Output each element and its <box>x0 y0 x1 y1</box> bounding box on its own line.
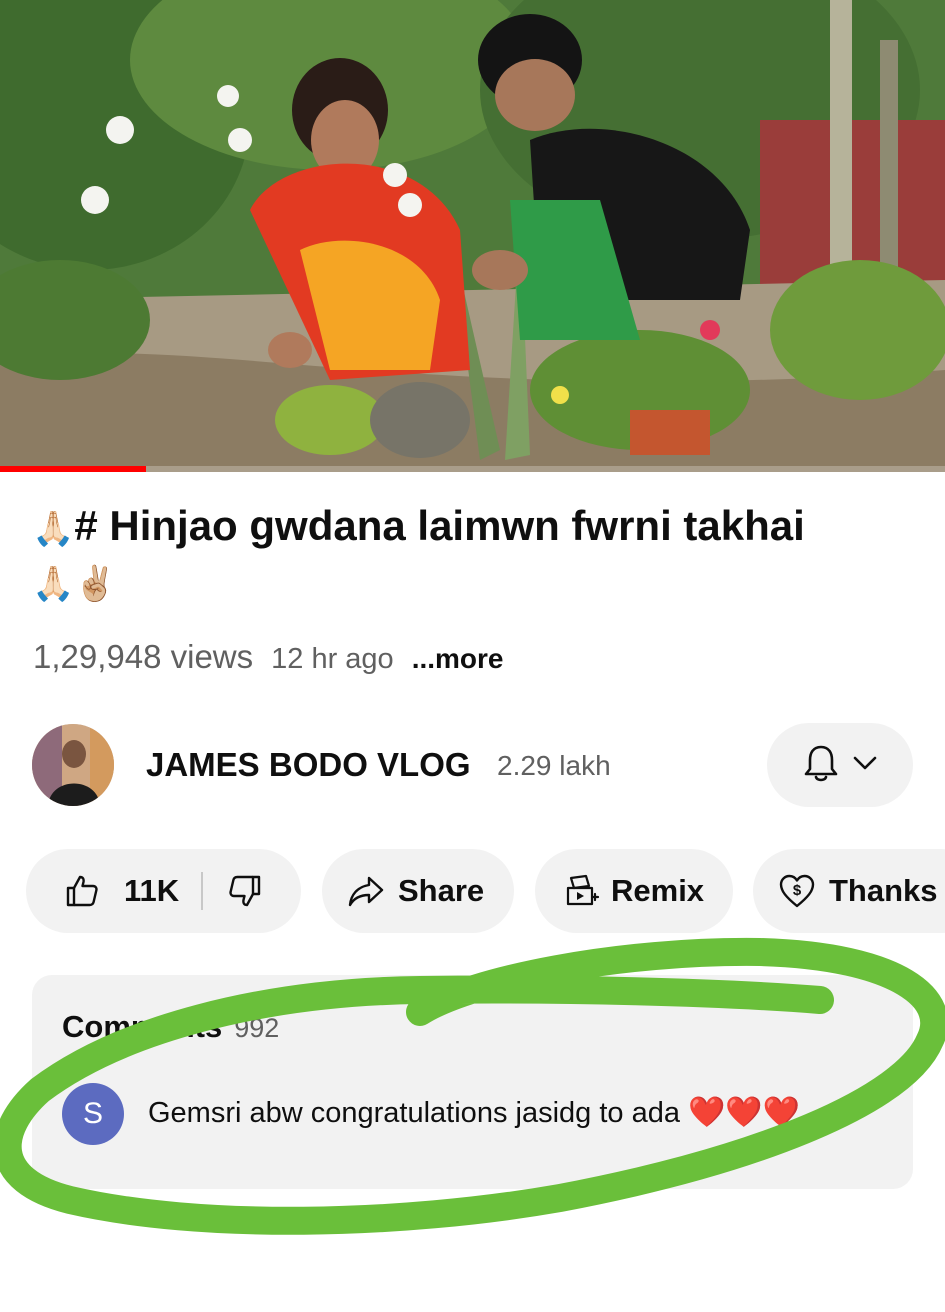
comments-count: 992 <box>234 1013 280 1043</box>
top-comment[interactable]: Gemsri abw congratulations jasidg to ada… <box>148 1095 800 1130</box>
comments-card[interactable]: Comments 992 S Gemsri abw congratulation… <box>32 975 913 1189</box>
subscription-bell-button[interactable] <box>767 723 913 807</box>
prayer-peace-emoji-icon: 🙏🏻✌🏼 <box>32 564 117 604</box>
channel-row[interactable]: JAMES BODO VLOG 2.29 lakh <box>32 722 913 810</box>
comments-label: Comments <box>62 1009 223 1044</box>
share-icon <box>346 871 386 911</box>
share-button[interactable]: Share <box>322 849 514 933</box>
video-player[interactable] <box>0 0 945 472</box>
subscriber-count: 2.29 lakh <box>497 750 611 781</box>
bell-icon <box>802 743 840 788</box>
more-link[interactable]: ...more <box>412 643 504 675</box>
thumbs-down-icon[interactable] <box>225 871 265 911</box>
video-meta[interactable]: 1,29,948 views 12 hr ago ...more <box>33 638 504 678</box>
video-title-text: # Hinjao gwdana laimwn fwrni takhai <box>74 502 805 549</box>
like-dislike-group: 11K <box>26 849 301 933</box>
remix-button[interactable]: Remix <box>535 849 733 933</box>
view-count: 1,29,948 views <box>33 638 254 675</box>
video-title[interactable]: 🙏🏻# Hinjao gwdana laimwn fwrni takhai 🙏🏻… <box>32 500 912 610</box>
share-label: Share <box>398 873 485 908</box>
heart-dollar-icon: $ <box>777 871 817 911</box>
upload-time: 12 hr ago <box>271 643 394 675</box>
channel-name[interactable]: JAMES BODO VLOG <box>146 746 471 784</box>
like-divider <box>201 872 204 910</box>
svg-text:$: $ <box>793 882 802 899</box>
channel-avatar[interactable] <box>32 724 114 806</box>
video-frame <box>0 0 945 472</box>
avatar-image <box>32 724 114 806</box>
remix-icon <box>561 871 601 911</box>
prayer-emoji-icon: 🙏🏻 <box>32 509 75 549</box>
comments-header: Comments 992 <box>62 1009 279 1045</box>
heart-emoji-icon: ❤️❤️❤️ <box>688 1095 801 1130</box>
remix-label: Remix <box>611 873 705 908</box>
thanks-label: Thanks <box>829 873 938 908</box>
thumbs-up-icon[interactable] <box>62 871 102 911</box>
commenter-avatar[interactable]: S <box>62 1083 124 1145</box>
video-details-sheet: 🙏🏻# Hinjao gwdana laimwn fwrni takhai 🙏🏻… <box>0 472 945 1312</box>
chevron-down-icon <box>852 755 878 776</box>
top-comment-text: Gemsri abw congratulations jasidg to ada <box>148 1097 680 1129</box>
like-count[interactable]: 11K <box>124 873 179 909</box>
action-bar: 11K Share Remix $ Thanks <box>26 849 945 935</box>
thanks-button[interactable]: $ Thanks <box>753 849 945 933</box>
